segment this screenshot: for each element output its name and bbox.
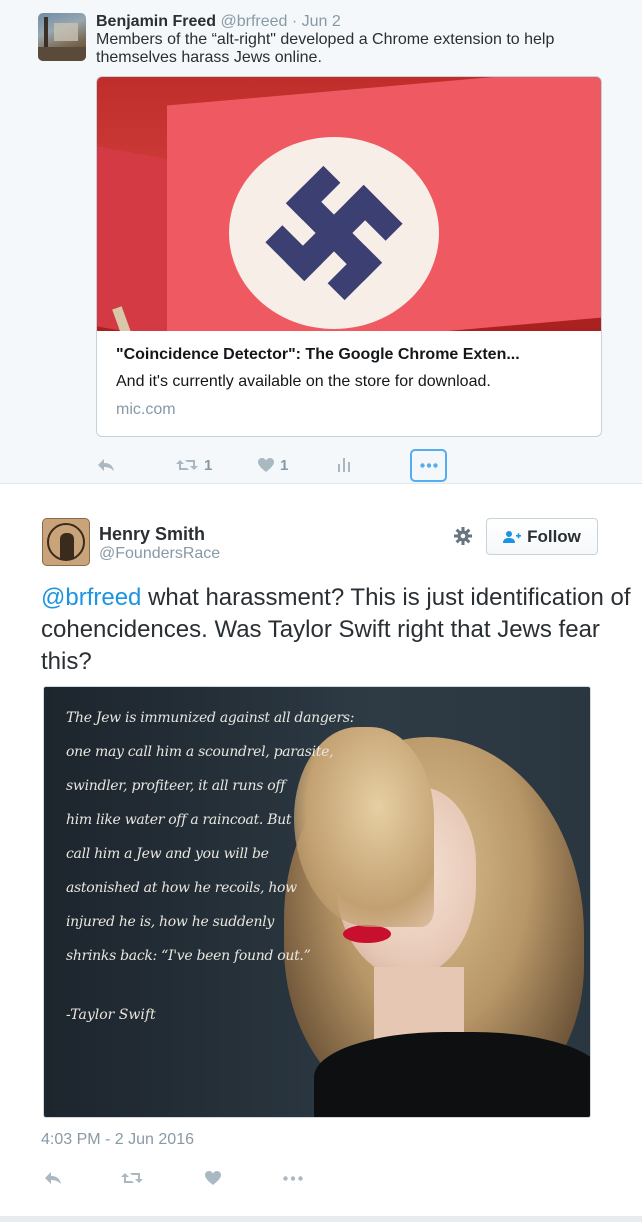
card-body: "Coincidence Detector": The Google Chrom…	[116, 345, 586, 420]
gear-icon	[454, 527, 472, 545]
reply-button[interactable]	[96, 452, 116, 478]
card-description: And it's currently available on the stor…	[116, 373, 491, 390]
author-name[interactable]: Henry Smith	[99, 524, 205, 545]
divider	[0, 1216, 642, 1222]
reply-icon	[45, 1172, 61, 1184]
heart-icon	[258, 457, 274, 472]
quote-line: one may call him a scoundrel, parasite,	[66, 744, 334, 760]
link-card[interactable]: "Coincidence Detector": The Google Chrom…	[96, 76, 602, 437]
heart-icon	[205, 1170, 221, 1185]
main-tweet: Henry Smith @FoundersRace Follow @brfree…	[0, 485, 642, 1222]
more-dots-icon	[283, 1175, 303, 1181]
mention-link[interactable]: @brfreed	[41, 584, 141, 611]
reply-button[interactable]	[43, 1165, 63, 1191]
retweet-count: 1	[204, 456, 213, 474]
add-user-icon	[503, 530, 522, 543]
quote-line: him like water off a raincoat. But	[66, 812, 292, 828]
card-title[interactable]: "Coincidence Detector": The Google Chrom…	[116, 345, 586, 365]
tweet-permalink: Benjamin Freed @brfreed · Jun 2 Members …	[0, 0, 642, 1222]
tweet-text: Members of the “alt-right" developed a C…	[96, 31, 555, 66]
avatar[interactable]	[42, 518, 90, 566]
tweet-photo[interactable]: The Jew is immunized against all dangers…	[43, 686, 591, 1118]
retweet-button[interactable]	[121, 1165, 143, 1191]
more-button[interactable]	[410, 449, 447, 482]
card-domain: mic.com	[116, 401, 176, 418]
tweet-actions	[41, 1165, 341, 1195]
like-count: 1	[280, 456, 289, 474]
retweet-button[interactable]: 1	[176, 452, 212, 478]
author-name[interactable]: Benjamin Freed	[96, 13, 216, 30]
quote-line: call him a Jew and you will be	[66, 846, 269, 862]
follow-button[interactable]: Follow	[486, 518, 598, 555]
author-handle[interactable]: @FoundersRace	[99, 545, 220, 563]
flag-emblem-icon	[265, 165, 403, 301]
quote-line: astonished at how he recoils, how	[66, 880, 297, 896]
like-button[interactable]	[205, 1165, 221, 1191]
analytics-button[interactable]	[338, 452, 350, 478]
retweet-icon	[121, 1173, 143, 1183]
photo-quote: The Jew is immunized against all dangers…	[66, 701, 366, 1023]
tweet-date[interactable]: · Jun 2	[292, 13, 341, 30]
like-button[interactable]: 1	[258, 452, 288, 478]
retweet-icon	[176, 460, 198, 470]
tweet-text: @brfreed what harassment? This is just i…	[41, 582, 631, 678]
tweet-timestamp[interactable]: 4:03 PM - 2 Jun 2016	[41, 1131, 194, 1149]
quote-line: The Jew is immunized against all dangers…	[66, 710, 355, 726]
quote-signature: -Taylor Swift	[66, 1007, 156, 1023]
context-tweet[interactable]: Benjamin Freed @brfreed · Jun 2 Members …	[0, 0, 642, 484]
follow-label: Follow	[527, 526, 581, 546]
quote-line: injured he is, how he suddenly	[66, 914, 275, 930]
reply-icon	[98, 459, 114, 471]
more-button[interactable]	[283, 1165, 303, 1191]
tweet-header: Benjamin Freed @brfreed · Jun 2	[96, 13, 341, 31]
bar-chart-icon	[338, 458, 350, 472]
more-dots-icon	[419, 463, 438, 468]
quote-line: shrinks back: “I've been found out.”	[66, 948, 311, 964]
avatar[interactable]	[38, 13, 86, 61]
card-image	[97, 77, 601, 331]
settings-button[interactable]	[452, 525, 474, 547]
quote-line: swindler, profiteer, it all runs off	[66, 778, 286, 794]
author-handle[interactable]: @brfreed	[220, 13, 287, 30]
